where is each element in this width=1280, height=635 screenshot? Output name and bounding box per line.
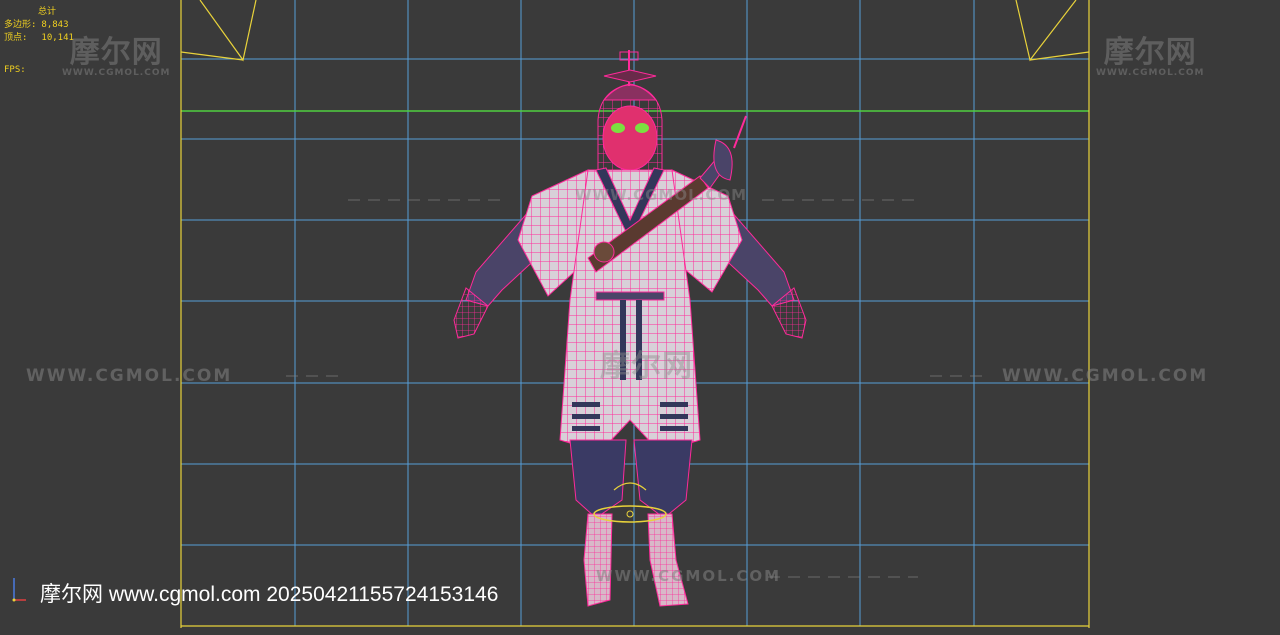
axis-tripod-icon [12,578,26,602]
watermark-logo-mid: 摩尔网 [600,352,693,382]
watermark-url-right: WWW.CGMOL.COM [1002,366,1209,386]
watermark-url-bottom: WWW.CGMOL.COM [596,567,782,585]
watermark-logo-center: WWW.CGMOL.COM [575,187,747,203]
fps-label: FPS: [4,65,26,75]
watermark-logo-en: WWW.CGMOL.COM [62,68,171,78]
vertices-label: 顶点: [4,33,28,43]
front-viewport[interactable]: 总计 多边形: 8,843 顶点: 10,141 FPS: 摩尔网 WWW.CG… [0,0,1280,631]
watermark-logo-cn: 摩尔网 [1103,35,1197,70]
watermark-logo-left: 摩尔网 WWW.CGMOL.COM [62,38,170,78]
stats-title: 总计 [38,7,57,17]
watermark-logo-right: 摩尔网 WWW.CGMOL.COM [1096,38,1204,78]
watermark-url-left: WWW.CGMOL.COM [26,366,233,386]
site-caption: 摩尔网 www.cgmol.com 20250421155724153146 [40,583,499,606]
watermark-logo-cn: 摩尔网 [600,349,693,384]
watermark-logo-cn: 摩尔网 [69,35,163,70]
polygons-label: 多边形: [4,20,37,30]
polygons-value: 8,843 [41,20,69,30]
watermark-logo-en: WWW.CGMOL.COM [1096,68,1205,78]
watermark-logo-en: WWW.CGMOL.COM [575,186,748,204]
viewport-canvas[interactable] [0,0,1280,631]
